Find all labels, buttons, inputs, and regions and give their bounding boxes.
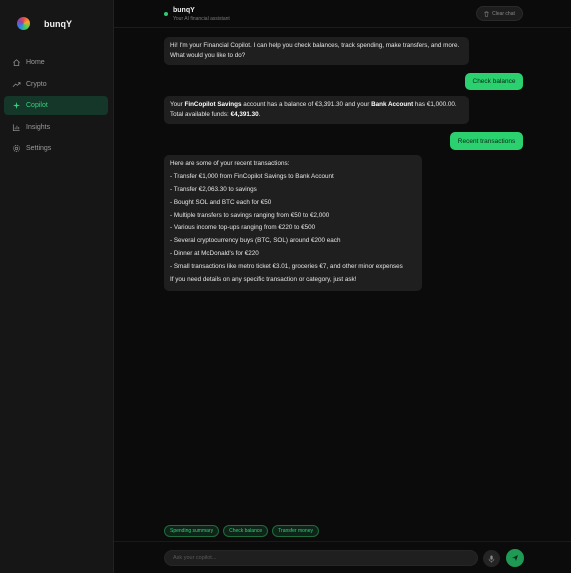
- trash-icon: [484, 10, 489, 17]
- sidebar-item-label: Copilot: [26, 102, 48, 109]
- clear-chat-label: Clear chat: [492, 10, 515, 17]
- sidebar-item-label: Home: [26, 59, 45, 66]
- transactions-intro: Here are some of your recent transaction…: [170, 160, 290, 167]
- sidebar-nav: Home Crypto Copilot Insights Settings: [4, 53, 108, 161]
- brand[interactable]: bunqY: [17, 17, 72, 30]
- trend-icon: [12, 80, 21, 89]
- assistant-message: Hi! I'm your Financial Copilot. I can he…: [164, 37, 469, 65]
- bunq-logo-icon: [17, 17, 30, 30]
- clear-chat-button[interactable]: Clear chat: [476, 6, 523, 21]
- suggestion-chips: Spending summary Check balance Transfer …: [164, 525, 323, 537]
- bank-account-name: Bank Account: [371, 101, 414, 108]
- transactions-outro: If you need details on any specific tran…: [170, 276, 357, 284]
- sidebar-item-label: Settings: [26, 145, 52, 152]
- assistant-message: Your FinCopilot Savings account has a ba…: [164, 96, 469, 124]
- composer: [114, 541, 571, 573]
- chat-header: bunqY Your AI financial assistant Clear …: [114, 0, 571, 28]
- sparkle-icon: [12, 101, 21, 110]
- transaction-item: - Bought SOL and BTC each for €50: [170, 198, 272, 206]
- send-icon: [512, 555, 518, 561]
- sidebar-item-home[interactable]: Home: [4, 53, 108, 72]
- transaction-item: - Dinner at McDonald's for €220: [170, 250, 259, 258]
- sidebar-item-label: Crypto: [26, 80, 47, 88]
- user-message: Recent transactions: [450, 132, 523, 150]
- transaction-item: - Multiple transfers to savings ranging …: [170, 211, 330, 219]
- suggestion-chip-check-balance[interactable]: Check balance: [223, 525, 269, 537]
- transaction-item: - Transfer €1,000 from FinCopilot Saving…: [170, 172, 334, 180]
- chat-main: bunqY Your AI financial assistant Clear …: [114, 0, 571, 573]
- sidebar: bunqY Home Crypto Copilot Insights Setti…: [0, 0, 114, 573]
- transaction-item: - Several cryptocurrency buys (BTC, SOL)…: [170, 237, 341, 245]
- total-funds: €4,391.30: [230, 111, 259, 118]
- balance-text: Your: [170, 101, 185, 108]
- greeting-text: Hi! I'm your Financial Copilot. I can he…: [170, 42, 460, 59]
- sidebar-item-settings[interactable]: Settings: [4, 139, 108, 158]
- transaction-item: - Transfer €2,063.30 to savings: [170, 185, 257, 193]
- balance-text: account has a balance of €3,391.30 and y…: [241, 101, 372, 108]
- user-message: Check balance: [465, 73, 523, 90]
- home-icon: [12, 58, 21, 67]
- balance-text: .: [258, 111, 261, 118]
- transaction-item: - Various income top-ups ranging from €2…: [170, 224, 316, 232]
- transaction-item: - Small transactions like metro ticket €…: [170, 263, 403, 271]
- sidebar-item-label: Insights: [26, 123, 51, 131]
- gear-icon: [12, 144, 21, 153]
- sidebar-item-insights[interactable]: Insights: [4, 118, 108, 137]
- mic-button[interactable]: [483, 550, 500, 567]
- suggestion-chip-transfer-money[interactable]: Transfer money: [272, 525, 319, 537]
- savings-account-name: FinCopilot Savings: [184, 101, 242, 108]
- assistant-message: Here are some of your recent transaction…: [164, 155, 422, 291]
- brand-name: bunqY: [44, 18, 72, 29]
- user-message-text: Recent transactions: [457, 137, 516, 145]
- send-button[interactable]: [506, 549, 524, 567]
- assistant-name: bunqY: [173, 7, 195, 14]
- assistant-subtitle: Your AI financial assistant: [173, 16, 230, 22]
- suggestion-chip-spending-summary[interactable]: Spending summary: [164, 525, 220, 537]
- bar-chart-icon: [12, 123, 21, 132]
- mic-icon: [488, 555, 495, 563]
- sidebar-item-crypto[interactable]: Crypto: [4, 75, 108, 94]
- sidebar-item-copilot[interactable]: Copilot: [4, 96, 108, 115]
- message-input[interactable]: [164, 550, 478, 566]
- user-message-text: Check balance: [472, 78, 516, 85]
- online-status-dot: [164, 12, 168, 16]
